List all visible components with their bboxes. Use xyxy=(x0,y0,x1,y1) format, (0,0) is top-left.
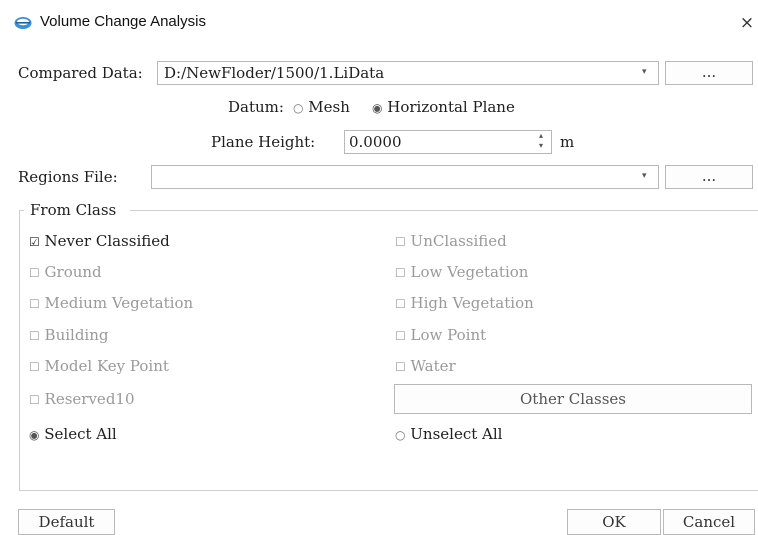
class-checkbox-reserved10[interactable]: ☐ Reserved10 xyxy=(29,389,135,410)
class-label: Medium Vegetation xyxy=(44,294,194,312)
class-label: Low Point xyxy=(410,326,487,344)
radio-unselected-icon: ○ xyxy=(293,101,304,115)
class-checkbox-low-vegetation[interactable]: ☐ Low Vegetation xyxy=(395,262,528,283)
radio-unselected-icon: ○ xyxy=(395,428,406,442)
class-label: Never Classified xyxy=(44,232,170,250)
checkbox-unchecked-icon: ☐ xyxy=(395,360,406,374)
default-button[interactable]: Default xyxy=(18,509,115,535)
compared-data-combobox[interactable]: D:/NewFloder/1500/1.LiData ▾ xyxy=(157,61,659,85)
class-label: Ground xyxy=(44,263,102,281)
datum-radio-horizontal-plane-label: Horizontal Plane xyxy=(387,98,515,116)
class-label: Low Vegetation xyxy=(410,263,529,281)
compared-data-value: D:/NewFloder/1500/1.LiData xyxy=(164,64,385,82)
group-border-left xyxy=(19,210,20,490)
plane-height-label: Plane Height: xyxy=(211,133,316,151)
compared-data-label: Compared Data: xyxy=(18,64,143,82)
checkbox-unchecked-icon: ☐ xyxy=(395,297,406,311)
plane-height-value: 0.0000 xyxy=(349,133,402,151)
checkbox-unchecked-icon: ☐ xyxy=(29,297,40,311)
spinner-arrows-icon[interactable]: ▴ ▾ xyxy=(539,131,543,151)
class-checkbox-medium-vegetation[interactable]: ☐ Medium Vegetation xyxy=(29,293,193,314)
checkbox-unchecked-icon: ☐ xyxy=(395,329,406,343)
checkbox-unchecked-icon: ☐ xyxy=(29,360,40,374)
regions-file-combobox[interactable]: ▾ xyxy=(151,165,659,189)
class-label: High Vegetation xyxy=(410,294,534,312)
checkbox-unchecked-icon: ☐ xyxy=(395,235,406,249)
datum-radio-mesh-label: Mesh xyxy=(308,98,350,116)
class-label: Reserved10 xyxy=(44,390,135,408)
class-checkbox-high-vegetation[interactable]: ☐ High Vegetation xyxy=(395,293,534,314)
select-all-radio[interactable]: ◉ Select All xyxy=(29,424,117,445)
group-border-bottom xyxy=(19,490,758,491)
class-checkbox-model-key-point[interactable]: ☐ Model Key Point xyxy=(29,356,169,377)
radio-selected-icon: ◉ xyxy=(372,101,383,115)
class-checkbox-water[interactable]: ☐ Water xyxy=(395,356,456,377)
regions-file-label: Regions File: xyxy=(18,168,118,186)
class-label: Model Key Point xyxy=(44,357,169,375)
close-icon[interactable]: × xyxy=(736,10,758,36)
checkbox-unchecked-icon: ☐ xyxy=(29,329,40,343)
unselect-all-radio[interactable]: ○ Unselect All xyxy=(395,424,502,445)
plane-height-spinbox[interactable]: 0.0000 ▴ ▾ xyxy=(344,130,552,154)
datum-radio-horizontal-plane[interactable]: ◉ Horizontal Plane xyxy=(372,97,515,118)
app-logo-icon xyxy=(14,17,32,29)
window-title: Volume Change Analysis xyxy=(40,13,206,30)
class-label: Water xyxy=(410,357,456,375)
datum-label: Datum: xyxy=(228,98,284,116)
checkbox-unchecked-icon: ☐ xyxy=(29,393,40,407)
datum-radio-mesh[interactable]: ○ Mesh xyxy=(293,97,350,118)
from-class-legend: From Class xyxy=(27,200,120,220)
chevron-down-icon: ▾ xyxy=(642,171,647,181)
group-border-top-right xyxy=(130,210,758,211)
chevron-down-icon: ▾ xyxy=(642,67,647,77)
class-checkbox-unclassified[interactable]: ☐ UnClassified xyxy=(395,231,507,252)
plane-height-unit: m xyxy=(560,133,575,151)
checkbox-unchecked-icon: ☐ xyxy=(29,266,40,280)
radio-selected-icon: ◉ xyxy=(29,428,40,442)
ok-button[interactable]: OK xyxy=(567,509,661,535)
class-label: Building xyxy=(44,326,109,344)
other-classes-button[interactable]: Other Classes xyxy=(394,384,752,414)
unselect-all-label: Unselect All xyxy=(410,425,503,443)
class-checkbox-building[interactable]: ☐ Building xyxy=(29,325,109,346)
title-bar: Volume Change Analysis × xyxy=(0,0,758,48)
class-checkbox-never-classified[interactable]: ☑ Never Classified xyxy=(29,231,170,252)
regions-file-browse-button[interactable]: ... xyxy=(665,165,753,189)
cancel-button[interactable]: Cancel xyxy=(663,509,755,535)
class-label: UnClassified xyxy=(410,232,507,250)
compared-data-browse-button[interactable]: ... xyxy=(665,61,753,85)
checkbox-checked-icon: ☑ xyxy=(29,235,40,249)
class-checkbox-low-point[interactable]: ☐ Low Point xyxy=(395,325,486,346)
class-checkbox-ground[interactable]: ☐ Ground xyxy=(29,262,102,283)
select-all-label: Select All xyxy=(44,425,117,443)
checkbox-unchecked-icon: ☐ xyxy=(395,266,406,280)
